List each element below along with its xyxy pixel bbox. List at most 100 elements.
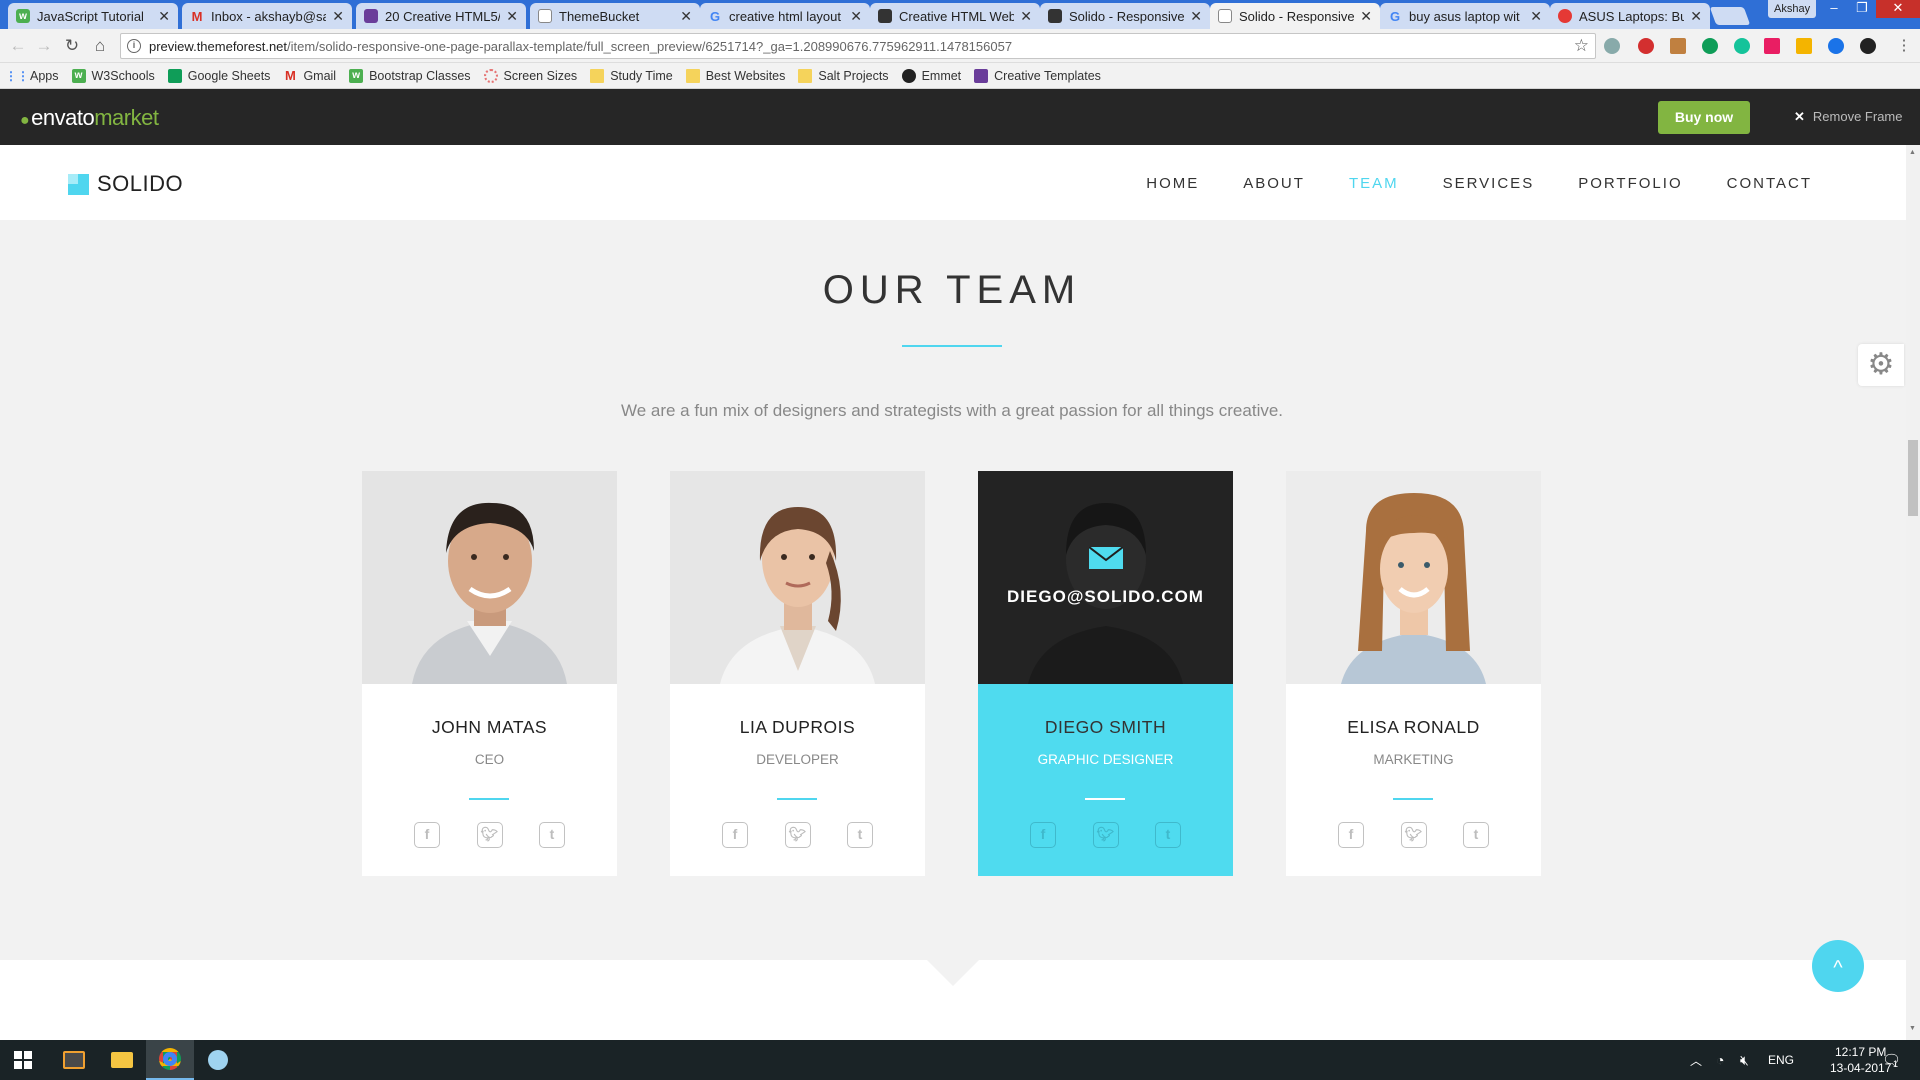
close-tab-icon[interactable]: ✕ bbox=[1020, 8, 1032, 25]
minimize-icon[interactable]: – bbox=[1820, 0, 1848, 18]
close-tab-icon[interactable]: ✕ bbox=[1190, 8, 1202, 25]
mail-icon[interactable] bbox=[1089, 547, 1123, 569]
browser-tab[interactable]: w JavaScript Tutorial ✕ bbox=[8, 3, 178, 29]
close-tab-icon[interactable]: ✕ bbox=[332, 8, 344, 25]
scroll-up-icon[interactable]: ▲ bbox=[1909, 149, 1916, 156]
twitter-icon[interactable]: 🐦︎ bbox=[476, 822, 503, 848]
nav-portfolio[interactable]: PORTFOLIO bbox=[1578, 175, 1682, 192]
browser-tab[interactable]: G creative html layout ✕ bbox=[700, 3, 870, 29]
twitter-icon[interactable]: 🐦︎ bbox=[1400, 822, 1427, 848]
bookmark-google-sheets[interactable]: Google Sheets bbox=[167, 68, 270, 83]
address-bar[interactable]: i preview.themeforest.net/item/solido-re… bbox=[120, 33, 1596, 59]
extension-icon[interactable] bbox=[1796, 38, 1812, 54]
nav-about[interactable]: ABOUT bbox=[1243, 175, 1305, 192]
windows-start-icon[interactable] bbox=[14, 1051, 32, 1069]
bookmark-apps[interactable]: ⋮⋮ Apps bbox=[5, 69, 59, 83]
facebook-icon[interactable]: f bbox=[1338, 822, 1364, 848]
close-tab-icon[interactable]: ✕ bbox=[506, 8, 518, 25]
close-tab-icon[interactable]: ✕ bbox=[1530, 8, 1542, 25]
bookmark-creative-templates[interactable]: Creative Templates bbox=[974, 68, 1101, 83]
tumblr-icon[interactable]: t bbox=[1463, 822, 1489, 848]
info-icon[interactable]: i bbox=[127, 39, 141, 53]
browser-tab[interactable]: ThemeBucket ✕ bbox=[530, 3, 700, 29]
language-indicator[interactable]: ENG bbox=[1768, 1040, 1794, 1080]
browser-tab[interactable]: 20 Creative HTML5/ ✕ bbox=[356, 3, 526, 29]
facebook-icon[interactable]: f bbox=[722, 822, 748, 848]
extension-icon[interactable] bbox=[1860, 38, 1876, 54]
twitter-icon[interactable]: 🐦︎ bbox=[784, 822, 811, 848]
tumblr-icon[interactable]: t bbox=[1155, 822, 1181, 848]
close-tab-icon[interactable]: ✕ bbox=[1360, 8, 1372, 25]
extension-icon[interactable] bbox=[1828, 38, 1844, 54]
extension-icon[interactable] bbox=[1604, 38, 1620, 54]
close-tab-icon[interactable]: ✕ bbox=[1690, 8, 1702, 25]
team-member-card[interactable]: LIA DUPROIS DEVELOPER f 🐦︎ t bbox=[670, 471, 925, 876]
bookmark-bootstrap-classes[interactable]: w Bootstrap Classes bbox=[349, 68, 471, 83]
scrollbar-thumb[interactable] bbox=[1908, 440, 1918, 516]
bookmark-emmet[interactable]: Emmet bbox=[901, 68, 961, 83]
bookmark-star-icon[interactable]: ☆ bbox=[1574, 36, 1589, 56]
volume-muted-icon[interactable]: 🔇︎ bbox=[1740, 1040, 1749, 1080]
bookmark-w3schools[interactable]: w W3Schools bbox=[71, 68, 155, 83]
browser-tab[interactable]: Solido - Responsive ✕ bbox=[1040, 3, 1210, 29]
close-tab-icon[interactable]: ✕ bbox=[850, 8, 862, 25]
back-icon[interactable]: ← bbox=[8, 36, 28, 56]
new-tab-button[interactable] bbox=[1709, 7, 1751, 25]
close-window-icon[interactable]: ✕ bbox=[1876, 0, 1920, 18]
network-icon[interactable]: ◔ bbox=[1716, 1040, 1724, 1080]
menu-icon[interactable]: ⋮ bbox=[1894, 36, 1914, 56]
tray-chevron-icon[interactable]: ︿ bbox=[1690, 1040, 1702, 1080]
file-explorer-icon[interactable] bbox=[98, 1040, 146, 1080]
member-email[interactable]: DIEGO@SOLIDO.COM bbox=[978, 587, 1233, 607]
envato-frame-bar: ●envatomarket Buy now ✕ Remove Frame bbox=[0, 89, 1920, 145]
tumblr-icon[interactable]: t bbox=[847, 822, 873, 848]
facebook-icon[interactable]: f bbox=[1030, 822, 1056, 848]
site-logo[interactable]: SOLIDO bbox=[68, 171, 183, 197]
close-tab-icon[interactable]: ✕ bbox=[680, 8, 692, 25]
chrome-icon[interactable] bbox=[146, 1040, 194, 1080]
sublime-text-icon[interactable] bbox=[50, 1040, 98, 1080]
buy-now-button[interactable]: Buy now bbox=[1658, 101, 1750, 134]
twitter-icon[interactable]: 🐦︎ bbox=[1092, 822, 1119, 848]
scroll-to-top-button[interactable]: ^ bbox=[1812, 940, 1864, 992]
browser-tab[interactable]: M Inbox - akshayb@sa ✕ bbox=[182, 3, 352, 29]
nav-home[interactable]: HOME bbox=[1146, 175, 1199, 192]
close-tab-icon[interactable]: ✕ bbox=[158, 8, 170, 25]
facebook-icon[interactable]: f bbox=[414, 822, 440, 848]
home-icon[interactable]: ⌂ bbox=[90, 36, 110, 56]
bookmark-screen-sizes[interactable]: Screen Sizes bbox=[483, 68, 577, 83]
settings-gear-icon[interactable]: ⚙ bbox=[1858, 344, 1904, 386]
browser-tab[interactable]: ASUS Laptops: Buy A ✕ bbox=[1550, 3, 1710, 29]
browser-tab[interactable]: Creative HTML Web ✕ bbox=[870, 3, 1040, 29]
bookmark-best-websites[interactable]: Best Websites bbox=[685, 68, 785, 83]
reload-icon[interactable]: ↻ bbox=[62, 36, 82, 56]
nav-contact[interactable]: CONTACT bbox=[1727, 175, 1812, 192]
forward-icon[interactable]: → bbox=[34, 36, 54, 56]
bookmark-gmail[interactable]: M Gmail bbox=[283, 68, 336, 83]
grammarly-icon[interactable] bbox=[1734, 38, 1750, 54]
remove-frame-button[interactable]: ✕ Remove Frame bbox=[1794, 109, 1902, 125]
envato-market-logo[interactable]: ●envatomarket bbox=[20, 105, 159, 131]
browser-tab[interactable]: G buy asus laptop wit ✕ bbox=[1380, 3, 1550, 29]
browser-tab-active[interactable]: Solido - Responsive ✕ bbox=[1210, 3, 1380, 29]
bookmark-study-time[interactable]: Study Time bbox=[590, 68, 673, 83]
scroll-down-icon[interactable]: ▼ bbox=[1909, 1025, 1916, 1032]
extension-icon[interactable] bbox=[1764, 38, 1780, 54]
nav-team[interactable]: TEAM bbox=[1349, 175, 1399, 192]
url-text[interactable]: preview.themeforest.net/item/solido-resp… bbox=[149, 39, 1012, 54]
paint-icon[interactable] bbox=[194, 1040, 242, 1080]
extension-icon[interactable] bbox=[1670, 38, 1686, 54]
adblock-icon[interactable] bbox=[1638, 38, 1654, 54]
team-member-card[interactable]: JOHN MATAS CEO f 🐦︎ t bbox=[362, 471, 617, 876]
site-icon bbox=[364, 9, 378, 23]
restore-icon[interactable]: ❐ bbox=[1848, 0, 1876, 18]
team-member-card[interactable]: ELISA RONALD MARKETING f 🐦︎ t bbox=[1286, 471, 1541, 876]
page-scrollbar[interactable]: ▲ ▼ bbox=[1906, 145, 1920, 1040]
profile-button[interactable]: Akshay bbox=[1768, 0, 1817, 18]
notifications-icon[interactable]: 🗨︎ 1 bbox=[1882, 1040, 1901, 1080]
tumblr-icon[interactable]: t bbox=[539, 822, 565, 848]
nav-services[interactable]: SERVICES bbox=[1443, 175, 1535, 192]
bookmark-salt-projects[interactable]: Salt Projects bbox=[798, 68, 889, 83]
team-member-card-highlighted[interactable]: DIEGO@SOLIDO.COM DIEGO SMITH GRAPHIC DES… bbox=[978, 471, 1233, 876]
extension-icon[interactable] bbox=[1702, 38, 1718, 54]
